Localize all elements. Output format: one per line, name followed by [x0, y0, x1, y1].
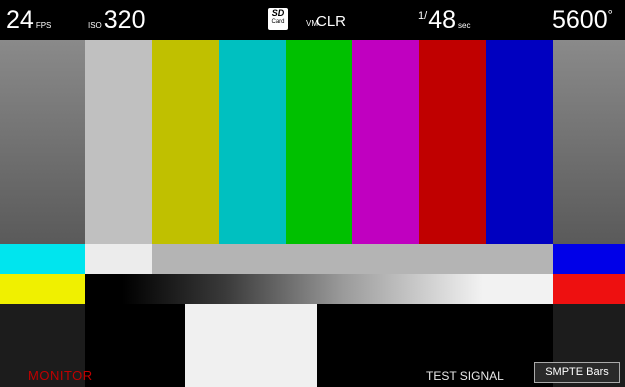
fps-value: 24: [6, 6, 34, 34]
right-red-patch: [553, 274, 625, 304]
color-bar: [85, 40, 152, 244]
gray-ramp: [85, 274, 553, 304]
monitor-label: MONITOR: [28, 368, 93, 383]
fps-unit: FPS: [35, 21, 52, 30]
degree-symbol: °: [607, 7, 613, 22]
iso-value: 320: [103, 6, 146, 34]
white-block: [185, 304, 317, 387]
shutter-readout: 1/48 sec: [418, 8, 470, 33]
status-bar: 24 FPS ISO320 SD Card VM CLR 1/48 sec 5600…: [0, 0, 625, 40]
white-balance-readout: 5600°: [552, 8, 613, 33]
color-bar: [286, 40, 352, 244]
right-blue-patch: [553, 244, 625, 274]
sd-text: SD: [271, 8, 285, 18]
clr-label: CLR: [316, 13, 347, 30]
card-text: Card: [271, 19, 285, 25]
test-signal-label: TEST SIGNAL: [426, 369, 504, 383]
smpte-bars-button[interactable]: SMPTE Bars: [534, 362, 620, 383]
left-yellow-patch: [0, 274, 85, 304]
sd-card-icon: SD Card: [268, 8, 288, 30]
black-block: [85, 304, 185, 387]
shutter-numerator: 1/: [418, 10, 428, 22]
smpte-color-bars: [0, 40, 625, 387]
shutter-unit: sec: [458, 21, 471, 30]
color-bar: [419, 40, 486, 244]
iso-readout: ISO320: [88, 8, 146, 33]
white-patch: [85, 244, 152, 274]
color-bar: [0, 40, 85, 244]
color-bar: [486, 40, 553, 244]
fps-readout: 24 FPS: [6, 8, 51, 33]
left-cyan-patch: [0, 244, 85, 274]
shutter-value: 48: [428, 6, 456, 34]
color-bar: [219, 40, 286, 244]
color-bar: [152, 40, 219, 244]
color-bar: [553, 40, 625, 244]
iso-label: ISO: [88, 21, 102, 30]
gray-strip: [152, 244, 553, 274]
color-bar: [352, 40, 419, 244]
white-balance-value: 5600: [552, 6, 608, 34]
